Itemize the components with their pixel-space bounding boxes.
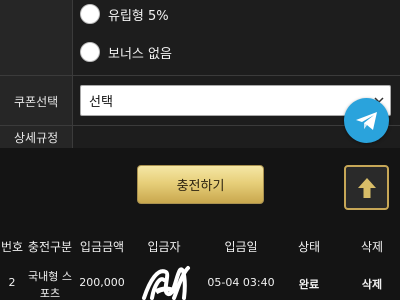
charge-button[interactable]: 충전하기 [137, 165, 264, 204]
column-header-amount: 입금금액 [79, 240, 125, 254]
radio-button[interactable] [80, 42, 100, 62]
scroll-top-button[interactable] [344, 165, 389, 210]
column-header-number: 번호 [0, 240, 24, 254]
bonus-option-label: 보너스 없음 [108, 46, 172, 62]
row-delete-button[interactable]: 삭제 [348, 276, 396, 292]
row-status: 완료 [298, 278, 320, 291]
column-header-type: 충전구분 [27, 240, 73, 254]
bonus-option-label: 유립형 5% [108, 8, 169, 24]
history-table-header: 번호 충전구분 입금금액 입금자 입금일 상태 삭제 [0, 232, 400, 260]
column-header-delete: 삭제 [360, 240, 384, 254]
column-header-status: 상태 [297, 240, 321, 254]
radio-button[interactable] [80, 4, 100, 24]
table-row: 2 국내형 스포츠 200,000 05-04 03:40 완료 삭제 [0, 264, 400, 300]
coupon-select-value: 선택 [89, 95, 113, 110]
telegram-icon [355, 111, 377, 130]
column-header-depositor: 입금자 [147, 240, 181, 254]
arrow-up-icon [357, 177, 376, 198]
row-number: 2 [8, 276, 16, 289]
coupon-select[interactable]: 선택 [80, 85, 391, 116]
row-type: 국내형 스포츠 [28, 270, 72, 300]
bonus-option-european[interactable]: 유립형 5% [80, 2, 169, 26]
deposit-form: 유립형 5% 보너스 없음 쿠폰선택 선택 상세규정 [0, 0, 400, 148]
bonus-option-none[interactable]: 보너스 없음 [80, 40, 172, 64]
telegram-button[interactable] [344, 98, 389, 143]
details-label: 상세규정 [14, 131, 59, 145]
column-header-date: 입금일 [224, 240, 258, 254]
row-amount: 200,000 [79, 276, 125, 289]
charge-button-label: 충전하기 [176, 179, 225, 194]
row-divider [0, 125, 400, 126]
redacted-depositor-scribble [142, 266, 190, 300]
coupon-label: 쿠폰선택 [14, 95, 59, 109]
row-divider [0, 75, 400, 76]
row-date: 05-04 03:40 [207, 276, 275, 289]
